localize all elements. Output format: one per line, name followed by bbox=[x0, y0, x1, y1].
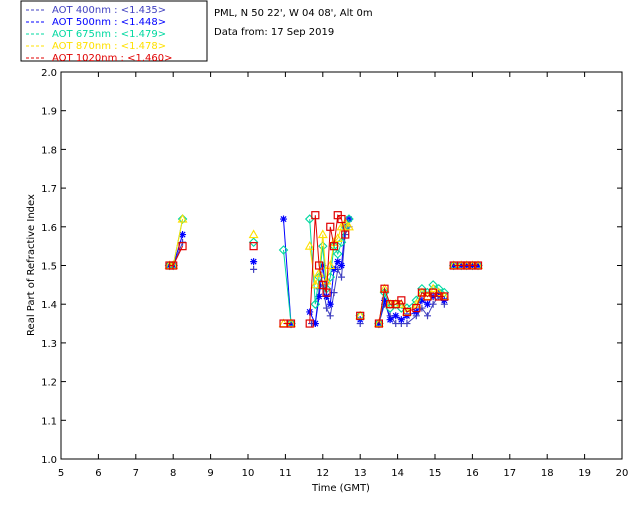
x-tick-label: 11 bbox=[279, 468, 292, 479]
data-point bbox=[280, 215, 288, 223]
data-point bbox=[326, 300, 334, 308]
date-info: Data from: 17 Sep 2019 bbox=[214, 27, 334, 38]
y-tick-label: 1.4 bbox=[41, 300, 57, 311]
x-tick-label: 14 bbox=[391, 468, 404, 479]
y-tick-label: 1.9 bbox=[41, 107, 57, 118]
x-tick-label: 7 bbox=[133, 468, 139, 479]
data-point bbox=[392, 312, 400, 320]
x-tick-label: 18 bbox=[541, 468, 554, 479]
refractive-index-chart: AOT 400nm : <1.435>AOT 500nm : <1.448>AO… bbox=[0, 0, 640, 512]
legend-label: AOT 400nm : <1.435> bbox=[52, 5, 166, 16]
x-tick-label: 9 bbox=[207, 468, 213, 479]
data-point bbox=[338, 262, 345, 269]
site-info: PML, N 50 22', W 04 08', Alt 0m bbox=[214, 8, 373, 19]
x-tick-label: 15 bbox=[429, 468, 442, 479]
x-tick-label: 19 bbox=[578, 468, 591, 479]
x-tick-label: 17 bbox=[503, 468, 516, 479]
x-tick-label: 16 bbox=[466, 468, 479, 479]
y-tick-label: 1.1 bbox=[41, 416, 57, 427]
data-point bbox=[250, 258, 258, 266]
y-tick-label: 1.2 bbox=[41, 378, 57, 389]
y-tick-label: 1.6 bbox=[41, 223, 57, 234]
y-tick-label: 2.0 bbox=[41, 68, 57, 79]
legend-label: AOT 675nm : <1.479> bbox=[52, 29, 166, 40]
x-axis-label: Time (GMT) bbox=[311, 483, 370, 494]
x-tick-label: 8 bbox=[170, 468, 176, 479]
y-tick-label: 1.5 bbox=[41, 262, 57, 273]
x-tick-label: 12 bbox=[316, 468, 329, 479]
legend: AOT 400nm : <1.435>AOT 500nm : <1.448>AO… bbox=[20, 0, 208, 64]
x-tick-label: 20 bbox=[616, 468, 629, 479]
x-tick-label: 10 bbox=[242, 468, 255, 479]
legend-label: AOT 500nm : <1.448> bbox=[52, 17, 166, 28]
y-tick-label: 1.8 bbox=[41, 145, 57, 156]
y-tick-label: 1.0 bbox=[41, 455, 57, 466]
x-tick-label: 6 bbox=[95, 468, 101, 479]
data-point bbox=[424, 300, 432, 308]
y-tick-label: 1.7 bbox=[41, 184, 57, 195]
legend-label: AOT 1020nm : <1.460> bbox=[52, 53, 172, 64]
y-axis-label: Real Part of Refractive Index bbox=[26, 194, 37, 336]
data-point bbox=[386, 316, 394, 324]
x-tick-label: 13 bbox=[354, 468, 367, 479]
legend-label: AOT 870nm : <1.478> bbox=[52, 41, 166, 52]
chart-background bbox=[0, 0, 640, 512]
data-point bbox=[397, 316, 405, 324]
y-tick-label: 1.3 bbox=[41, 339, 57, 350]
x-tick-label: 5 bbox=[58, 468, 64, 479]
